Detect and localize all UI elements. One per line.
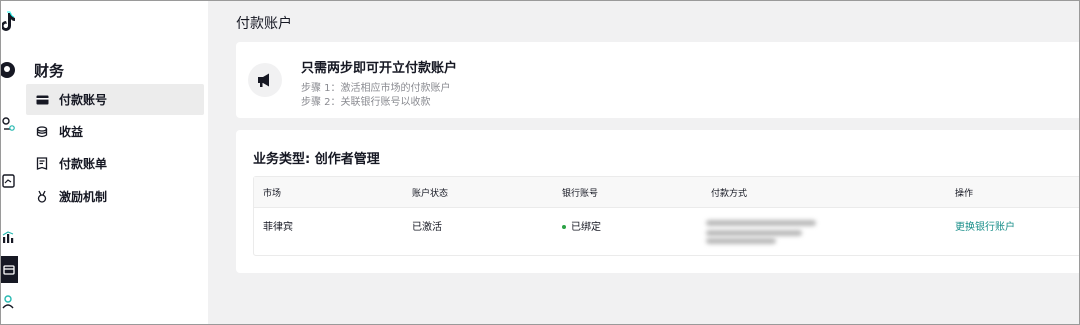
page-title: 付款账户 xyxy=(236,16,292,32)
sidebar-item-earnings[interactable]: 收益 xyxy=(26,116,204,147)
cell-market: 菲律宾 xyxy=(263,222,293,233)
card-icon xyxy=(35,93,49,107)
change-bank-account-link[interactable]: 更换银行账户 xyxy=(955,218,1015,233)
bank-status-text: 已绑定 xyxy=(571,222,601,233)
column-header-account-status: 账户状态 xyxy=(412,189,449,199)
receipt-icon xyxy=(35,157,49,171)
status-dot xyxy=(562,225,566,229)
sidebar-item-label: 收益 xyxy=(59,125,84,139)
column-header-bank-account: 银行账号 xyxy=(562,189,599,199)
coins-icon xyxy=(35,125,49,139)
intro-card: 只需两步即可开立付款账户 步骤 1：激活相应市场的付款账户 步骤 2：关联银行账… xyxy=(236,42,1080,118)
column-header-market: 市场 xyxy=(263,189,282,199)
profile-icon[interactable] xyxy=(0,58,18,82)
sidebar: 财务 付款账号 收益 付款账单 激励机制 xyxy=(22,0,209,325)
column-header-payment-method: 付款方式 xyxy=(711,189,748,199)
sidebar-item-payment-account[interactable]: 付款账号 xyxy=(26,84,204,115)
cell-bank-account: 已绑定 xyxy=(562,218,601,233)
business-type-title: 业务类型: 创作者管理 xyxy=(253,152,380,167)
tiktok-logo-icon[interactable] xyxy=(0,10,18,34)
community-icon[interactable] xyxy=(0,292,18,312)
inbox-icon[interactable] xyxy=(0,171,18,191)
cell-account-status: 已激活 xyxy=(412,222,442,233)
business-card: 业务类型: 创作者管理 市场 账户状态 银行账号 付款方式 操作 菲律宾 已激活… xyxy=(236,130,1080,273)
app-icon-rail xyxy=(0,0,23,325)
wallet-icon[interactable] xyxy=(0,256,18,283)
column-header-action: 操作 xyxy=(955,189,974,199)
sidebar-section-title: 财务 xyxy=(34,62,65,80)
intro-step-1: 步骤 1：激活相应市场的付款账户 xyxy=(301,83,451,94)
sidebar-item-label: 激励机制 xyxy=(59,190,108,204)
main-content: 付款账户 只需两步即可开立付款账户 步骤 1：激活相应市场的付款账户 步骤 2：… xyxy=(208,0,1080,325)
sidebar-item-label: 付款账号 xyxy=(59,93,108,107)
redacted-payment-method xyxy=(706,217,816,244)
medal-icon xyxy=(35,190,49,204)
table-header: 市场 账户状态 银行账号 付款方式 操作 xyxy=(254,177,1080,208)
creator-tools-icon[interactable] xyxy=(0,114,18,136)
sidebar-item-label: 付款账单 xyxy=(59,157,108,171)
sidebar-item-payment-bills[interactable]: 付款账单 xyxy=(26,148,204,179)
payment-accounts-table: 市场 账户状态 银行账号 付款方式 操作 菲律宾 已激活 已绑定 更换银行账户 xyxy=(253,176,1080,256)
intro-title: 只需两步即可开立付款账户 xyxy=(301,61,458,76)
sidebar-item-incentives[interactable]: 激励机制 xyxy=(26,181,204,212)
intro-step-2: 步骤 2：关联银行账号以收款 xyxy=(301,97,431,108)
megaphone-icon xyxy=(248,63,282,97)
analytics-icon[interactable] xyxy=(0,227,18,247)
